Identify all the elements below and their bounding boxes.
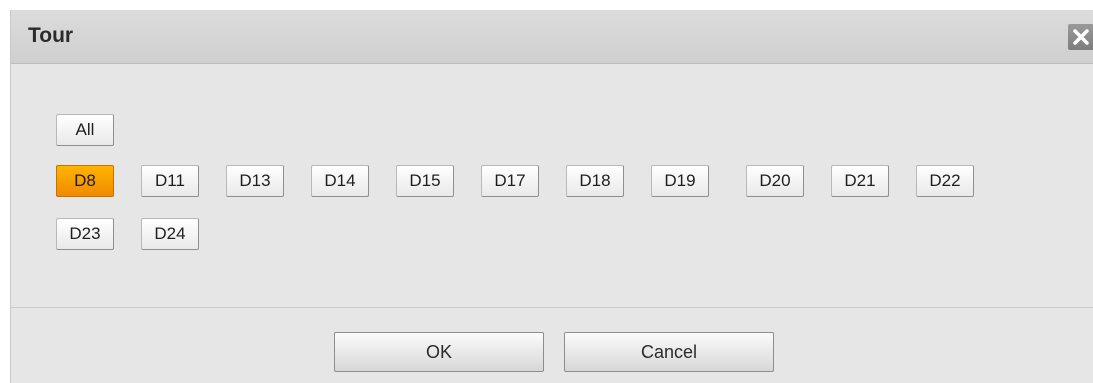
cancel-button[interactable]: Cancel — [564, 332, 774, 372]
channel-button-d19[interactable]: D19 — [651, 165, 709, 197]
channel-button-d24[interactable]: D24 — [141, 218, 199, 250]
ok-button[interactable]: OK — [334, 332, 544, 372]
channel-button-d8[interactable]: D8 — [56, 165, 114, 197]
channel-button-d23[interactable]: D23 — [56, 218, 114, 250]
channel-panel: All D8 D11 D13 D14 D15 D17 D18 D19 D20 D… — [11, 64, 1093, 308]
channel-button-d17[interactable]: D17 — [481, 165, 539, 197]
channel-button-d20[interactable]: D20 — [746, 165, 804, 197]
dialog-titlebar: Tour — [11, 10, 1093, 64]
channel-button-d18[interactable]: D18 — [566, 165, 624, 197]
close-icon — [1073, 29, 1089, 45]
channel-button-d14[interactable]: D14 — [311, 165, 369, 197]
dialog-footer: OK Cancel — [11, 308, 1093, 383]
channel-button-d22[interactable]: D22 — [916, 165, 974, 197]
channel-button-d13[interactable]: D13 — [226, 165, 284, 197]
channel-button-d15[interactable]: D15 — [396, 165, 454, 197]
channel-button-d11[interactable]: D11 — [141, 165, 199, 197]
tour-dialog: Tour All D8 D11 D13 D14 D15 D17 D18 D19 … — [10, 10, 1093, 383]
close-button[interactable] — [1068, 24, 1093, 50]
channel-button-d21[interactable]: D21 — [831, 165, 889, 197]
dialog-title: Tour — [28, 24, 74, 47]
channel-all-button[interactable]: All — [56, 114, 114, 146]
